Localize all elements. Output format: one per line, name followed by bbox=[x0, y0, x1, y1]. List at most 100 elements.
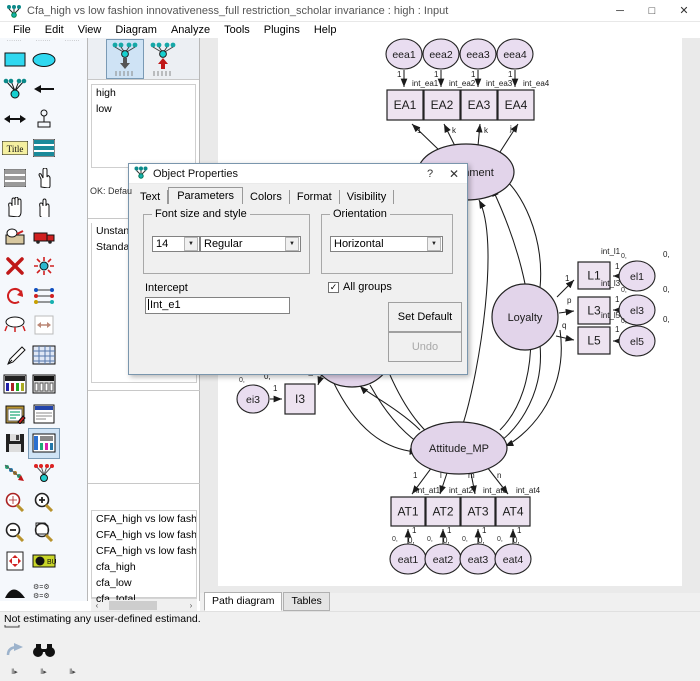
tab-colors[interactable]: Colors bbox=[243, 190, 290, 204]
diagram-parameter-label[interactable]: int_at1 bbox=[416, 486, 441, 495]
font-style-combo[interactable]: Regular ▼ bbox=[200, 236, 301, 252]
draw-unobserved-variable-icon[interactable] bbox=[29, 45, 58, 75]
diagram-parameter-label[interactable]: q bbox=[562, 321, 566, 330]
diagram-parameter-label[interactable]: 1 bbox=[615, 325, 620, 334]
diagram-parameter-label[interactable]: int_at3 bbox=[483, 486, 508, 495]
all-groups-checkbox[interactable]: ✓ bbox=[328, 282, 339, 293]
select-all-objects-icon[interactable] bbox=[0, 193, 29, 223]
draw-observed-variable-icon[interactable] bbox=[0, 45, 29, 75]
diagram-parameter-label[interactable]: 0, bbox=[513, 536, 520, 545]
model-list-hscrollbar[interactable]: ‹ › bbox=[91, 598, 197, 611]
diagram-observed-variable[interactable]: EA2 bbox=[424, 90, 460, 120]
diagram-error-term[interactable]: eea20, bbox=[423, 38, 459, 69]
diagram-parameter-label[interactable]: k bbox=[452, 126, 457, 135]
diagram-parameter-label[interactable]: m bbox=[468, 471, 475, 480]
group-list[interactable]: high low bbox=[91, 84, 196, 168]
diagram-parameter-label[interactable]: int_ea2 bbox=[449, 79, 476, 88]
diagram-parameter-label[interactable]: int_ea3 bbox=[486, 79, 513, 88]
diagram-parameter-label[interactable]: int_ea1 bbox=[412, 79, 439, 88]
minimize-button[interactable]: ─ bbox=[604, 0, 636, 22]
orientation-combo[interactable]: Horizontal ▼ bbox=[330, 236, 443, 252]
diagram-observed-variable[interactable]: AT3 bbox=[461, 497, 495, 526]
diagram-parameter-label[interactable]: 0, bbox=[663, 315, 670, 324]
diagram-observed-variable[interactable]: AT1 bbox=[391, 497, 425, 526]
chevron-down-icon[interactable]: ▼ bbox=[427, 237, 441, 251]
diagram-parameter-label[interactable]: int_l3 bbox=[601, 279, 621, 288]
select-one-object-icon[interactable] bbox=[29, 163, 58, 193]
diagram-parameter-label[interactable]: 1 bbox=[517, 526, 522, 535]
resize-path-diagram-icon[interactable] bbox=[29, 311, 58, 341]
touch-up-variable-icon[interactable] bbox=[0, 340, 29, 370]
diagram-parameter-label[interactable]: k bbox=[484, 126, 489, 135]
list-item[interactable]: CFA_high vs low fashion innova bbox=[92, 511, 196, 527]
search-icon[interactable] bbox=[29, 635, 58, 665]
duplicate-objects-icon[interactable] bbox=[0, 222, 29, 252]
diagram-observed-variable[interactable]: AT2 bbox=[426, 497, 460, 526]
menu-diagram[interactable]: Diagram bbox=[108, 22, 164, 38]
menu-tools[interactable]: Tools bbox=[217, 22, 257, 38]
list-variables-in-model-icon[interactable] bbox=[29, 134, 58, 164]
erase-objects-icon[interactable] bbox=[0, 252, 29, 282]
diagram-parameter-label[interactable]: p bbox=[567, 296, 572, 305]
diagram-error-term[interactable]: ei30, bbox=[237, 377, 269, 413]
diagram-parameter-label[interactable]: 1 bbox=[434, 70, 439, 79]
calculate-estimates-icon[interactable] bbox=[29, 370, 58, 400]
diagram-parameter-label[interactable]: 1 bbox=[615, 295, 620, 304]
diagram-parameter-label[interactable]: int_l1 bbox=[601, 247, 621, 256]
chevron-down-icon[interactable]: ▼ bbox=[184, 237, 198, 251]
scroll-right-arrow[interactable]: › bbox=[185, 601, 197, 610]
scroll-track[interactable] bbox=[103, 600, 185, 611]
intercept-input[interactable]: Int_e1 bbox=[145, 297, 290, 314]
move-parameter-values-icon[interactable] bbox=[0, 311, 29, 341]
save-diagram-icon[interactable] bbox=[0, 429, 29, 459]
bayesian-estimation-icon[interactable]: BU bbox=[29, 547, 58, 577]
diagram-parameter-label[interactable]: 1 bbox=[417, 126, 422, 135]
diagram-latent-variable[interactable]: Attitude_MP bbox=[411, 422, 507, 474]
tab-text[interactable]: Text bbox=[133, 190, 168, 204]
diagram-parameter-label[interactable]: 1 bbox=[397, 70, 402, 79]
zoom-out-icon[interactable] bbox=[0, 517, 29, 547]
diagram-parameter-label[interactable]: int_at2 bbox=[449, 486, 474, 495]
list-item[interactable]: cfa_low bbox=[92, 575, 196, 591]
diagram-error-term[interactable]: eea40, bbox=[497, 38, 533, 69]
diagram-parameter-label[interactable]: 1 bbox=[447, 526, 452, 535]
view-output-path-diagram-button[interactable] bbox=[145, 40, 181, 78]
view-input-path-diagram-button[interactable] bbox=[107, 40, 143, 78]
all-groups-checkbox-row[interactable]: ✓ All groups bbox=[328, 281, 392, 293]
change-shape-of-objects-icon[interactable] bbox=[29, 252, 58, 282]
diagram-parameter-label[interactable]: 1 bbox=[471, 70, 476, 79]
scroll-thumb[interactable] bbox=[109, 601, 157, 610]
redo-icon[interactable] bbox=[0, 635, 29, 665]
scroll-left-arrow[interactable]: ‹ bbox=[91, 601, 103, 610]
view-text-output-icon[interactable] bbox=[29, 399, 58, 429]
drag-properties-icon[interactable] bbox=[0, 458, 29, 488]
zoom-page-icon[interactable] bbox=[29, 517, 58, 547]
select-data-file-icon[interactable] bbox=[29, 340, 58, 370]
preserve-symmetries-icon[interactable] bbox=[29, 458, 58, 488]
add-unique-variable-icon[interactable] bbox=[29, 104, 58, 134]
diagram-parameter-label[interactable]: 1 bbox=[565, 274, 570, 283]
list-variables-in-dataset-icon[interactable] bbox=[0, 163, 29, 193]
move-objects-icon[interactable] bbox=[29, 222, 58, 252]
diagram-parameter-label[interactable]: 0, bbox=[443, 536, 450, 545]
chevron-down-icon[interactable]: ▼ bbox=[285, 237, 299, 251]
diagram-latent-variable[interactable]: Loyalty bbox=[492, 284, 558, 350]
menu-plugins[interactable]: Plugins bbox=[257, 22, 307, 38]
diagram-parameter-label[interactable]: 1 bbox=[412, 526, 417, 535]
diagram-observed-variable[interactable]: EA3 bbox=[461, 90, 497, 120]
draw-covariance-icon[interactable] bbox=[0, 104, 29, 134]
diagram-observed-variable[interactable]: I3 bbox=[285, 384, 315, 414]
dialog-help-button[interactable]: ? bbox=[419, 168, 441, 180]
menu-file[interactable]: File bbox=[6, 22, 38, 38]
diagram-parameter-label[interactable]: 1 bbox=[273, 384, 278, 393]
list-item[interactable]: CFA_high vs low fashion innova bbox=[92, 543, 196, 559]
diagram-observed-variable[interactable]: EA1 bbox=[387, 90, 423, 120]
set-default-button[interactable]: Set Default bbox=[388, 302, 462, 332]
font-size-combo[interactable]: 14 ▼ bbox=[152, 236, 200, 252]
diagram-parameter-label[interactable]: j bbox=[509, 124, 512, 133]
deselect-all-objects-icon[interactable] bbox=[29, 193, 58, 223]
multiple-group-analysis-icon[interactable] bbox=[0, 576, 29, 606]
tab-path-diagram[interactable]: Path diagram bbox=[204, 592, 282, 611]
maximize-button[interactable]: □ bbox=[636, 0, 668, 22]
menu-view[interactable]: View bbox=[71, 22, 109, 38]
